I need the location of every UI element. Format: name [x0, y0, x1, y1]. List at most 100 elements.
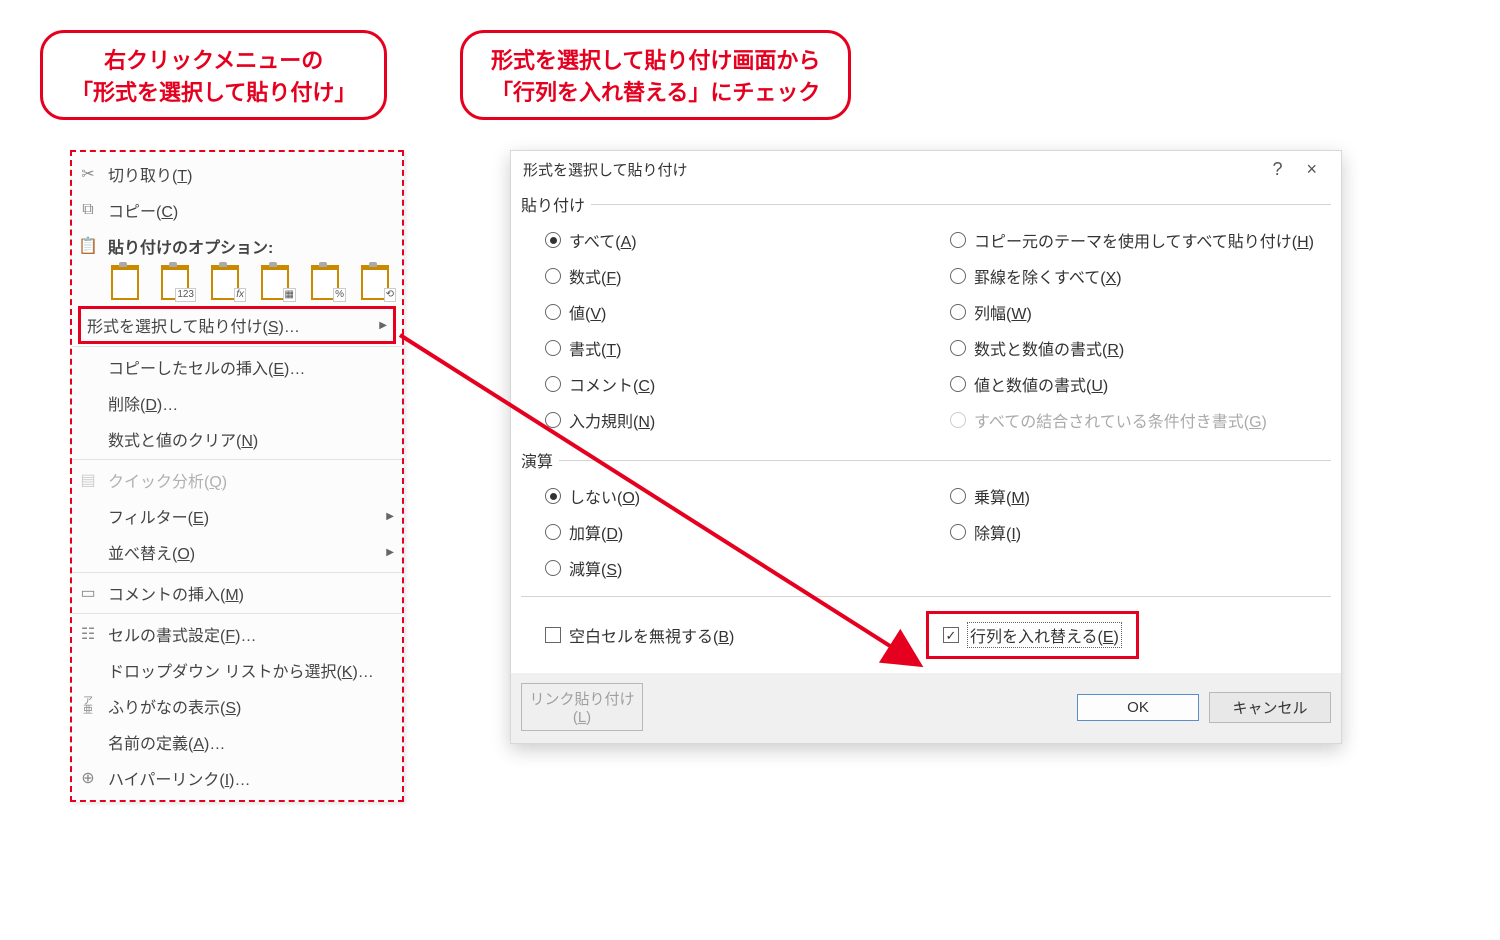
radio-icon: [545, 340, 561, 356]
menu-label: 数式と値のクリア(N): [108, 427, 394, 451]
paste-options-header: 📋 貼り付けのオプション:: [72, 228, 402, 264]
paste-icons-row: 123 fx ▦ % ⟲: [72, 264, 402, 304]
radio-label: 値(V): [569, 300, 606, 324]
context-menu: ✂ 切り取り(T) ⧉ コピー(C) 📋 貼り付けのオプション: 123 fx …: [70, 150, 404, 802]
radio-option[interactable]: コピー元のテーマを使用してすべて貼り付け(H): [950, 228, 1327, 252]
group-label: 演算: [521, 448, 559, 472]
clear-menu-item[interactable]: 数式と値のクリア(N): [72, 421, 402, 457]
radio-label: 書式(T): [569, 336, 621, 360]
ok-button[interactable]: OK: [1077, 694, 1199, 721]
radio-label: コメント(C): [569, 372, 655, 396]
copy-menu-item[interactable]: ⧉ コピー(C): [72, 192, 402, 228]
skip-blanks-checkbox[interactable]: 空白セルを無視する(B): [545, 611, 938, 659]
radio-icon: [950, 268, 966, 284]
separator: [72, 572, 402, 573]
radio-label: 乗算(M): [974, 484, 1030, 508]
insert-copied-menu-item[interactable]: コピーしたセルの挿入(E)…: [72, 349, 402, 385]
checkbox-icon: [545, 627, 561, 643]
help-button[interactable]: ?: [1260, 159, 1294, 180]
menu-label: ハイパーリンク(I)…: [108, 766, 394, 790]
radio-option[interactable]: 数式(F): [545, 264, 922, 288]
menu-label: コメントの挿入(M): [108, 581, 394, 605]
radio-label: 罫線を除くすべて(X): [974, 264, 1122, 288]
radio-option[interactable]: 値(V): [545, 300, 922, 324]
format-cells-menu-item[interactable]: ☷ セルの書式設定(F)…: [72, 616, 402, 652]
define-name-menu-item[interactable]: 名前の定義(A)…: [72, 724, 402, 760]
menu-label: セルの書式設定(F)…: [108, 622, 394, 646]
paste-icon-basic[interactable]: [108, 266, 142, 300]
link-paste-button: リンク貼り付け(L): [521, 683, 643, 731]
radio-option[interactable]: 除算(I): [950, 520, 1327, 544]
furigana-menu-item[interactable]: ア亜 ふりがなの表示(S): [72, 688, 402, 724]
radio-option[interactable]: 書式(T): [545, 336, 922, 360]
menu-label: 並べ替え(O): [108, 540, 386, 564]
radio-icon: [950, 340, 966, 356]
separator: [72, 613, 402, 614]
menu-label: ドロップダウン リストから選択(K)…: [108, 658, 394, 682]
radio-label: 入力規則(N): [569, 408, 655, 432]
radio-option[interactable]: すべて(A): [545, 228, 922, 252]
paste-icon-link[interactable]: ⟲: [358, 266, 392, 300]
paste-special-menu-item[interactable]: 形式を選択して貼り付け(S)… ▶: [78, 306, 396, 344]
radio-label: すべて(A): [569, 228, 637, 252]
annotation-text: 形式を選択して貼り付け画面から: [491, 43, 820, 75]
radio-label: しない(O): [569, 484, 640, 508]
radio-option[interactable]: 減算(S): [545, 556, 922, 580]
paste-special-dialog: 形式を選択して貼り付け ? × 貼り付け すべて(A) 数式(F) 値(V) 書式(T…: [510, 150, 1342, 744]
cut-icon: ✂: [76, 164, 100, 184]
radio-option[interactable]: 列幅(W): [950, 300, 1327, 324]
radio-option[interactable]: 加算(D): [545, 520, 922, 544]
sort-menu-item[interactable]: 並べ替え(O) ▶: [72, 534, 402, 570]
dialog-title: 形式を選択して貼り付け: [523, 159, 1260, 180]
radio-icon: [950, 376, 966, 392]
annotation-text: 右クリックメニューの: [71, 43, 356, 75]
menu-label: 削除(D)…: [108, 391, 394, 415]
annotation-text: 「行列を入れ替える」にチェック: [491, 75, 820, 107]
paste-icon-formula[interactable]: fx: [208, 266, 242, 300]
radio-icon: [545, 232, 561, 248]
radio-label: 列幅(W): [974, 300, 1032, 324]
insert-comment-menu-item[interactable]: ▭ コメントの挿入(M): [72, 575, 402, 611]
radio-option[interactable]: 入力規則(N): [545, 408, 922, 432]
checkbox-label: 行列を入れ替える(E): [967, 622, 1122, 648]
radio-option[interactable]: 罫線を除くすべて(X): [950, 264, 1327, 288]
submenu-arrow-icon: ▶: [386, 511, 394, 522]
quick-analysis-icon: ▤: [76, 470, 100, 490]
annotation-text: 「形式を選択して貼り付け」: [71, 75, 356, 107]
copy-icon: ⧉: [76, 201, 100, 219]
paste-icon-percent[interactable]: %: [308, 266, 342, 300]
dropdown-list-menu-item[interactable]: ドロップダウン リストから選択(K)…: [72, 652, 402, 688]
radio-option[interactable]: しない(O): [545, 484, 922, 508]
operation-group: 演算 しない(O) 加算(D) 減算(S) 乗算(M) 除算(I): [521, 448, 1331, 588]
paste-group: 貼り付け すべて(A)数式(F)値(V)書式(T)コメント(C)入力規則(N) …: [521, 192, 1331, 440]
radio-icon: [545, 488, 561, 504]
cut-menu-item[interactable]: ✂ 切り取り(T): [72, 156, 402, 192]
radio-icon: [950, 412, 966, 428]
annotation-right: 形式を選択して貼り付け画面から 「行列を入れ替える」にチェック: [460, 30, 851, 120]
group-label: 貼り付け: [521, 192, 591, 216]
paste-icon-format[interactable]: ▦: [258, 266, 292, 300]
radio-icon: [545, 524, 561, 540]
radio-option[interactable]: コメント(C): [545, 372, 922, 396]
transpose-checkbox[interactable]: 行列を入れ替える(E): [926, 611, 1139, 659]
radio-icon: [950, 524, 966, 540]
radio-option[interactable]: 数式と数値の書式(R): [950, 336, 1327, 360]
radio-option[interactable]: 値と数値の書式(U): [950, 372, 1327, 396]
separator: [72, 346, 402, 347]
submenu-arrow-icon: ▶: [386, 547, 394, 558]
menu-label: 形式を選択して貼り付け(S)…: [87, 313, 387, 337]
hyperlink-menu-item[interactable]: ⊕ ハイパーリンク(I)…: [72, 760, 402, 796]
paste-icon-values[interactable]: 123: [158, 266, 192, 300]
menu-label: 切り取り(T): [108, 162, 394, 186]
radio-label: 加算(D): [569, 520, 623, 544]
radio-icon: [950, 304, 966, 320]
menu-label: フィルター(E): [108, 504, 386, 528]
checkbox-label: 空白セルを無視する(B): [569, 623, 734, 647]
cancel-button[interactable]: キャンセル: [1209, 692, 1331, 723]
quick-analysis-menu-item: ▤ クイック分析(Q): [72, 462, 402, 498]
delete-menu-item[interactable]: 削除(D)…: [72, 385, 402, 421]
radio-option[interactable]: 乗算(M): [950, 484, 1327, 508]
filter-menu-item[interactable]: フィルター(E) ▶: [72, 498, 402, 534]
close-button[interactable]: ×: [1294, 159, 1329, 180]
radio-icon: [950, 232, 966, 248]
